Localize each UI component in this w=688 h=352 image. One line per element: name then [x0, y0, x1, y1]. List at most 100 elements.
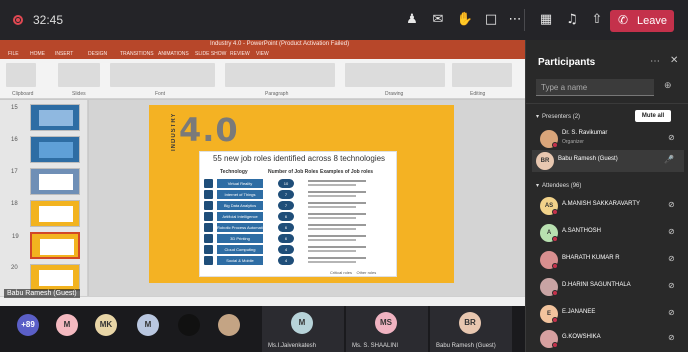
example-roles-line [308, 180, 366, 182]
participant-avatar[interactable]: M [56, 314, 78, 336]
mic-on-icon: 🎤 [664, 155, 674, 164]
slide-thumbnail: 20 [11, 264, 80, 291]
tile-name: Babu Ramesh (Guest) [436, 343, 496, 349]
example-roles-line [308, 257, 366, 259]
muted-status-icon [552, 290, 558, 296]
slide-number: 18 [11, 201, 18, 207]
mute-all-button[interactable]: Mute all [635, 110, 671, 122]
attendee-row[interactable]: BHARATH KUMAR R ⊘ [536, 249, 684, 271]
job-role-count: 6 [278, 223, 294, 232]
video-tile[interactable]: BR Babu Ramesh (Guest) [430, 306, 512, 352]
avatar: BR [536, 152, 554, 170]
participant-name: Dr. S. Ravikumar [562, 130, 608, 136]
slide-thumbnail: 15 [11, 104, 80, 131]
more-icon[interactable]: ⋯ [505, 11, 525, 29]
raise-hand-icon[interactable]: ✋ [455, 11, 475, 29]
ppt-tab-animations: ANIMATIONS [158, 51, 189, 57]
participant-name: BHARATH KUMAR R [562, 255, 620, 261]
example-roles-line [308, 250, 356, 252]
slide-thumbnail: 18 [11, 200, 80, 227]
slide-thumbnail-selected: 19 [12, 232, 80, 259]
rooms-icon[interactable]: □ [481, 11, 501, 29]
slide-thumbnails: 15 16 17 18 19 20 [0, 100, 88, 296]
technology-icon [204, 201, 213, 210]
ppt-tab-home: HOME [30, 51, 45, 57]
table-header: Examples of Job roles [320, 169, 374, 175]
slide-editor: INDUSTRY 4.0 55 new job roles identified… [89, 100, 525, 296]
camera-off-icon[interactable]: ▦ [536, 11, 556, 29]
mic-off-icon: ⊘ [668, 254, 675, 263]
ribbon-label: Slides [72, 91, 86, 97]
participant-avatar[interactable] [178, 314, 200, 336]
slide-number: 15 [11, 105, 18, 111]
avatar: E [540, 305, 558, 323]
job-role-count: 6 [278, 212, 294, 221]
leave-button[interactable]: ✆ Leave [610, 10, 674, 32]
people-icon[interactable]: ♟ [402, 11, 422, 29]
example-roles-line [308, 184, 356, 186]
ribbon-label: Clipboard [12, 91, 34, 97]
muted-status-icon [552, 317, 558, 323]
video-tile[interactable]: MS Ms. S. SHAALINI [346, 306, 428, 352]
slide-big-title: 4.0 [179, 111, 239, 149]
participant-name: E.JANANEE [562, 309, 596, 315]
participant-search-input[interactable]: Type a name [536, 79, 654, 96]
participant-name: D.HARINI SAGUNTHALA [562, 282, 631, 288]
ppt-ribbon: Clipboard Slides Font Paragraph Drawing … [0, 59, 525, 99]
ppt-tab-review: REVIEW [230, 51, 250, 57]
presenters-section-header[interactable]: ▾ Presenters (2) [536, 113, 580, 120]
muted-status-icon [552, 236, 558, 242]
slide-legend: Critical roles Other roles [330, 270, 376, 275]
technology-name: 3D Printing [217, 234, 263, 243]
slide-table-row: Internet of Things 7 [204, 189, 374, 200]
avatar [540, 251, 558, 269]
participant-role: Organizer [562, 139, 584, 145]
avatar: A [540, 224, 558, 242]
slide-table-row: Robotic Process Automation 6 [204, 222, 374, 233]
mic-off-icon: ⊘ [668, 227, 675, 236]
ribbon-label: Font [155, 91, 166, 97]
job-role-count: 4 [278, 256, 294, 265]
presenter-row[interactable]: BR Babu Ramesh (Guest) 🎤 [532, 150, 684, 172]
slide-table-row: 3D Printing 6 [204, 233, 374, 244]
example-roles-line [308, 195, 356, 197]
job-role-count: 4 [278, 245, 294, 254]
technology-icon [204, 256, 213, 265]
slide-headline: 55 new job roles identified across 8 tec… [212, 154, 386, 163]
paragraph-group [225, 63, 335, 87]
more-options-icon[interactable]: ⋯ [650, 56, 660, 67]
video-tile[interactable]: M Ms.I.Jaivenkatesh [262, 306, 344, 352]
chevron-down-icon: ▾ [536, 182, 540, 189]
attendee-row[interactable]: A A.SANTHOSH ⊘ [536, 222, 684, 244]
participant-avatar[interactable]: MK [95, 314, 117, 336]
participant-avatar[interactable] [218, 314, 240, 336]
close-icon[interactable]: ✕ [670, 55, 678, 66]
attendee-row[interactable]: AS A.MANISH SAKKARAVARTY ⊘ [536, 195, 684, 217]
presenter-name-tag: Babu Ramesh (Guest) [4, 289, 80, 298]
meeting-toolbar: 32:45 ♟ ✉ ✋ □ ⋯ ▦ ♫ ⇧ ✆ Leave [0, 0, 688, 40]
slide-table-row: Big Data Analytics 7 [204, 200, 374, 211]
overflow-count[interactable]: +89 [17, 314, 39, 336]
chat-icon[interactable]: ✉ [428, 11, 448, 29]
example-roles-line [308, 217, 356, 219]
share-invite-icon[interactable]: ⊕ [664, 80, 672, 91]
participant-avatar[interactable]: M [137, 314, 159, 336]
chevron-down-icon: ▾ [536, 113, 540, 120]
mic-off-icon[interactable]: ♫ [562, 11, 582, 29]
example-roles-line [308, 239, 356, 241]
attendee-row[interactable]: G.KOWSHIKA ⊘ [536, 328, 684, 350]
job-role-count: 6 [278, 234, 294, 243]
clipboard-group [6, 63, 36, 87]
tile-name: Ms. S. SHAALINI [352, 343, 399, 349]
attendee-row[interactable]: D.HARINI SAGUNTHALA ⊘ [536, 276, 684, 298]
presenter-row[interactable]: Dr. S. Ravikumar Organizer ⊘ [536, 128, 684, 150]
mic-off-icon: ⊘ [668, 200, 675, 209]
meeting-timer: 32:45 [33, 13, 64, 27]
attendees-section-header[interactable]: ▾ Attendees (96) [536, 182, 581, 189]
slides-group [58, 63, 100, 87]
attendee-row[interactable]: E E.JANANEE ⊘ [536, 303, 684, 325]
example-roles-line [308, 235, 366, 237]
share-icon[interactable]: ⇧ [587, 11, 607, 29]
avatar: M [291, 312, 313, 334]
slide-table-row: Virtual Reality 10 [204, 178, 374, 189]
